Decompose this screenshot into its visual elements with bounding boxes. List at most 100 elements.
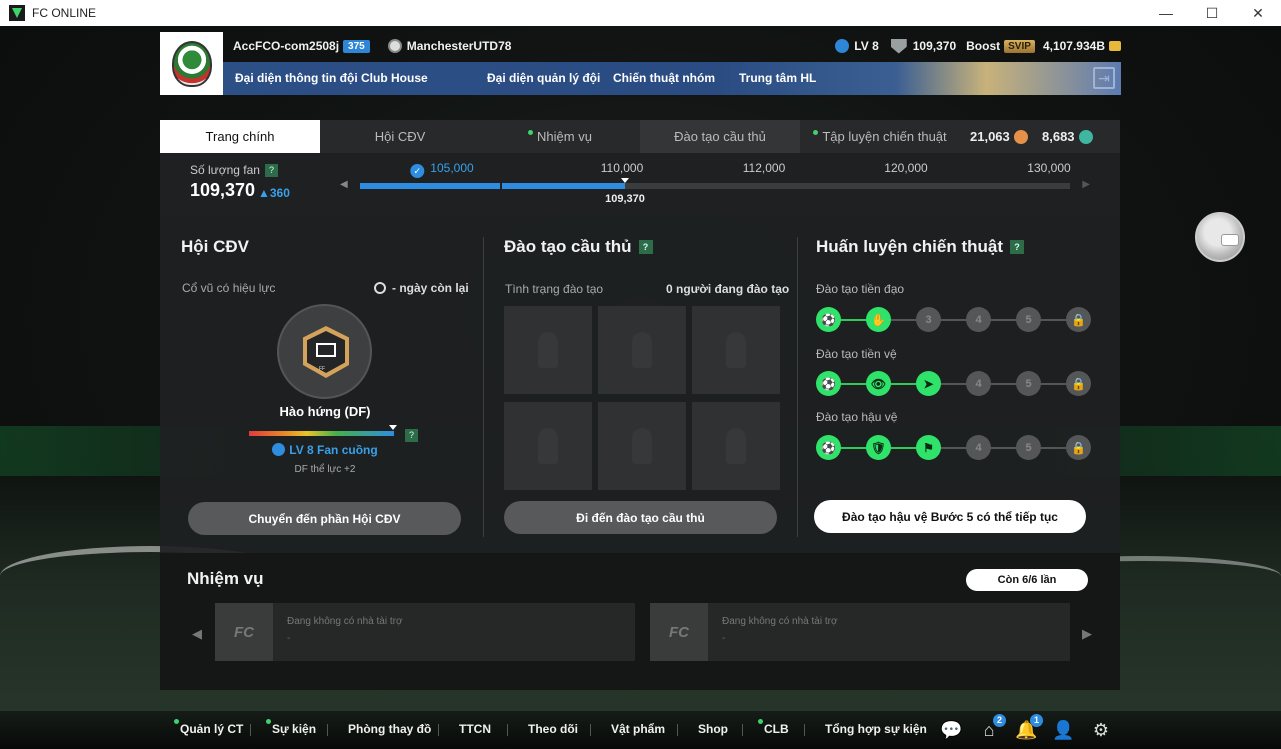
missions-prev-arrow-icon[interactable]: ◀	[192, 626, 202, 642]
step-number[interactable]: 4	[966, 371, 991, 396]
currency-orange-value: 21,063	[970, 129, 1010, 144]
nav-team-tactics[interactable]: Chiến thuật nhóm	[613, 71, 715, 85]
svip-badge: SVIP	[1004, 39, 1035, 53]
missions-title: Nhiệm vụ	[187, 569, 264, 588]
step-number[interactable]: 5	[1016, 435, 1041, 460]
window-title: FC ONLINE	[32, 6, 97, 20]
nav-separator	[250, 724, 251, 736]
tactic-training-title: Huấn luyện chiến thuật?	[816, 237, 1025, 257]
step-number[interactable]: 4	[966, 435, 991, 460]
progress-prev-arrow-icon[interactable]: ◀	[340, 179, 348, 190]
new-dot	[813, 130, 819, 135]
tactic-row-label: Đào tạo tiền đạo	[816, 282, 905, 296]
maximize-button[interactable]: ☐	[1189, 0, 1235, 26]
home-icon[interactable]: ⌂ 2	[978, 714, 1006, 740]
profile-icon[interactable]: 👤	[1052, 720, 1074, 740]
nav-training-center[interactable]: Trung tâm HL	[739, 71, 816, 85]
new-dot	[528, 130, 534, 135]
tab-player-training[interactable]: Đào tạo cầu thủ	[640, 120, 800, 153]
bp-value: 4,107.934B	[1042, 39, 1105, 53]
training-slot[interactable]	[504, 306, 592, 394]
bottom-nav-shop[interactable]: Shop	[698, 722, 728, 736]
step-number[interactable]: 5	[1016, 307, 1041, 332]
fan-club-title-text: Hội CĐV	[181, 237, 249, 256]
progress-next-arrow-icon[interactable]: ▶	[1082, 179, 1090, 190]
nav-team-info[interactable]: Đại diện thông tin đội	[235, 71, 358, 85]
nav-club-house[interactable]: Club House	[361, 71, 428, 85]
manager-name: ManchesterUTD78	[406, 39, 512, 53]
step-done-icon[interactable]: 👁	[866, 371, 891, 396]
tab-fan-club[interactable]: Hội CĐV	[320, 120, 480, 153]
bottom-nav-items[interactable]: Vật phẩm	[611, 722, 665, 736]
minimize-button[interactable]: —	[1143, 0, 1189, 26]
step-number[interactable]: 3	[916, 307, 941, 332]
step-done-icon[interactable]: 🛡	[866, 435, 891, 460]
bottom-nav-label: Quản lý CT	[180, 722, 244, 736]
step-done-icon[interactable]: ⚑	[916, 435, 941, 460]
step-number[interactable]: 4	[966, 307, 991, 332]
mission-sponsor-text: Đang không có nhà tài trợ	[722, 616, 838, 627]
fan-count-delta: ▲360	[258, 186, 290, 200]
tab-label: Tập luyện chiến thuật	[822, 129, 947, 144]
floating-chat-avatar[interactable]	[1195, 212, 1245, 262]
tab-missions[interactable]: Nhiệm vụ	[480, 120, 640, 153]
bell-icon[interactable]: 🔔 1	[1015, 714, 1043, 740]
training-slot[interactable]	[598, 402, 686, 490]
header-level: LV 8	[854, 39, 879, 53]
help-icon[interactable]: ?	[264, 163, 278, 177]
step-done-icon[interactable]: ⚽	[816, 435, 841, 460]
mission-card[interactable]: FC Đang không có nhà tài trợ -	[650, 603, 1070, 661]
step-glyph: 👁	[870, 376, 887, 391]
tab-bar: Trang chính Hội CĐV Nhiệm vụ Đào tạo cầu…	[160, 120, 1120, 153]
bottom-nav-club[interactable]: CLB	[758, 719, 789, 736]
currency-green: 8,683	[1042, 129, 1093, 144]
help-icon[interactable]: ?	[638, 240, 653, 254]
club-crest[interactable]	[160, 32, 223, 95]
bottom-nav-follow[interactable]: Theo dõi	[528, 722, 578, 736]
step-glyph: ⚑	[923, 440, 934, 455]
go-fan-club-button[interactable]: Chuyển đến phần Hội CĐV	[188, 502, 461, 535]
continue-defense-training-button[interactable]: Đào tạo hậu vệ Bước 5 có thể tiếp tục	[814, 500, 1086, 533]
cheer-badge[interactable]: FF	[277, 304, 372, 399]
bottom-nav-ttcn[interactable]: TTCN	[459, 722, 491, 736]
step-done-icon[interactable]: ✋	[866, 307, 891, 332]
chat-icon[interactable]: 💬	[940, 720, 962, 740]
missions-next-arrow-icon[interactable]: ▶	[1082, 626, 1092, 642]
help-icon[interactable]: ?	[405, 429, 418, 442]
tab-tactic-training[interactable]: Tập luyện chiến thuật	[800, 120, 960, 153]
nav-team-manager[interactable]: Đại diện quản lý đội	[487, 71, 600, 85]
training-slot[interactable]	[504, 402, 592, 490]
bottom-nav-label: Tổng hợp sự kiện	[825, 722, 927, 736]
help-icon[interactable]: ?	[1010, 240, 1025, 254]
nav-separator	[677, 724, 678, 736]
bottom-nav-manage[interactable]: Quản lý CT	[174, 719, 244, 736]
tab-label: Nhiệm vụ	[537, 129, 592, 144]
mission-card[interactable]: FC Đang không có nhà tài trợ -	[215, 603, 635, 661]
progress-fill	[360, 183, 625, 189]
training-slot[interactable]	[692, 402, 780, 490]
cheer-name: Hào hứng (DF)	[279, 404, 371, 419]
step-done-icon[interactable]: ⚽	[816, 307, 841, 332]
close-button[interactable]: ✕	[1235, 0, 1281, 26]
step-number[interactable]: 5	[1016, 371, 1041, 396]
bottom-nav-label: TTCN	[459, 722, 491, 736]
settings-gear-icon[interactable]: ⚙	[1090, 720, 1112, 740]
bottom-nav-locker-room[interactable]: Phòng thay đồ	[348, 722, 431, 736]
player-training-title: Đào tạo cầu thủ?	[504, 237, 653, 257]
step-done-icon[interactable]: ⚽	[816, 371, 841, 396]
exit-icon[interactable]: ⇥	[1093, 67, 1115, 89]
progress-tick: ✓ 105,000	[410, 161, 474, 178]
step-glyph: 🔒	[1071, 312, 1086, 327]
step-done-icon[interactable]: ➤	[916, 371, 941, 396]
timer-icon	[374, 282, 386, 294]
training-slot[interactable]	[692, 306, 780, 394]
bottom-nav-event-summary[interactable]: Tổng hợp sự kiện	[825, 722, 927, 736]
go-player-training-button[interactable]: Đi đến đào tạo cầu thủ	[504, 501, 777, 534]
new-dot	[266, 719, 271, 724]
training-slot[interactable]	[598, 306, 686, 394]
step-glyph: 🔒	[1071, 376, 1086, 391]
tab-home[interactable]: Trang chính	[160, 120, 320, 153]
fan-progress-bar: Số lượng fan? 109,370 ▲360 ◀ ▶ ✓ 105,000 …	[160, 153, 1120, 215]
lock-icon: 🔒	[1066, 307, 1091, 332]
bottom-nav-events[interactable]: Sự kiện	[266, 719, 316, 736]
